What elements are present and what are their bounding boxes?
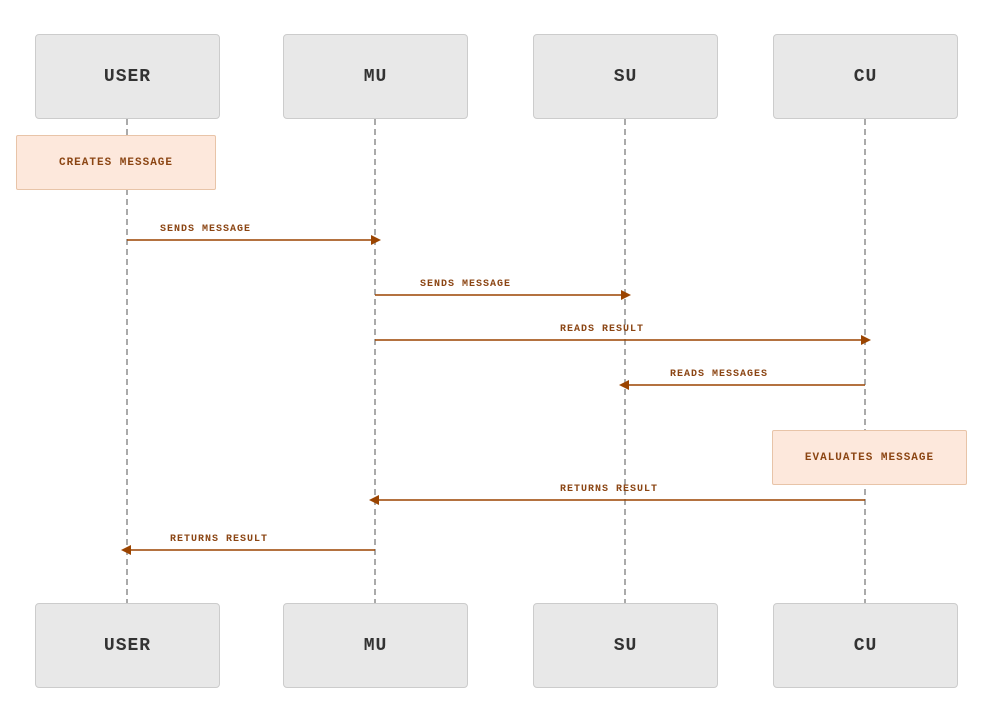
participant-mu-bottom: MU <box>283 603 468 688</box>
sequence-diagram: USER MU SU CU USER MU SU CU CREATES MESS… <box>0 0 1001 713</box>
participant-su-top: SU <box>533 34 718 119</box>
arrow-label-1: SENDS MESSAGE <box>160 224 251 235</box>
arrow-label-4: READS MESSAGES <box>670 369 768 380</box>
arrow-label-5: RETURNS RESULT <box>560 484 658 495</box>
evaluates-message-box: EVALUATES MESSAGE <box>772 430 967 485</box>
participant-user-top: USER <box>35 34 220 119</box>
participant-cu-top: CU <box>773 34 958 119</box>
participant-user-bottom: USER <box>35 603 220 688</box>
creates-message-box: CREATES MESSAGE <box>16 135 216 190</box>
arrow-label-6: RETURNS RESULT <box>170 534 268 545</box>
arrow-label-2: SENDS MESSAGE <box>420 279 511 290</box>
participant-su-bottom: SU <box>533 603 718 688</box>
arrow-label-3: READS RESULT <box>560 324 644 335</box>
participant-mu-top: MU <box>283 34 468 119</box>
participant-cu-bottom: CU <box>773 603 958 688</box>
